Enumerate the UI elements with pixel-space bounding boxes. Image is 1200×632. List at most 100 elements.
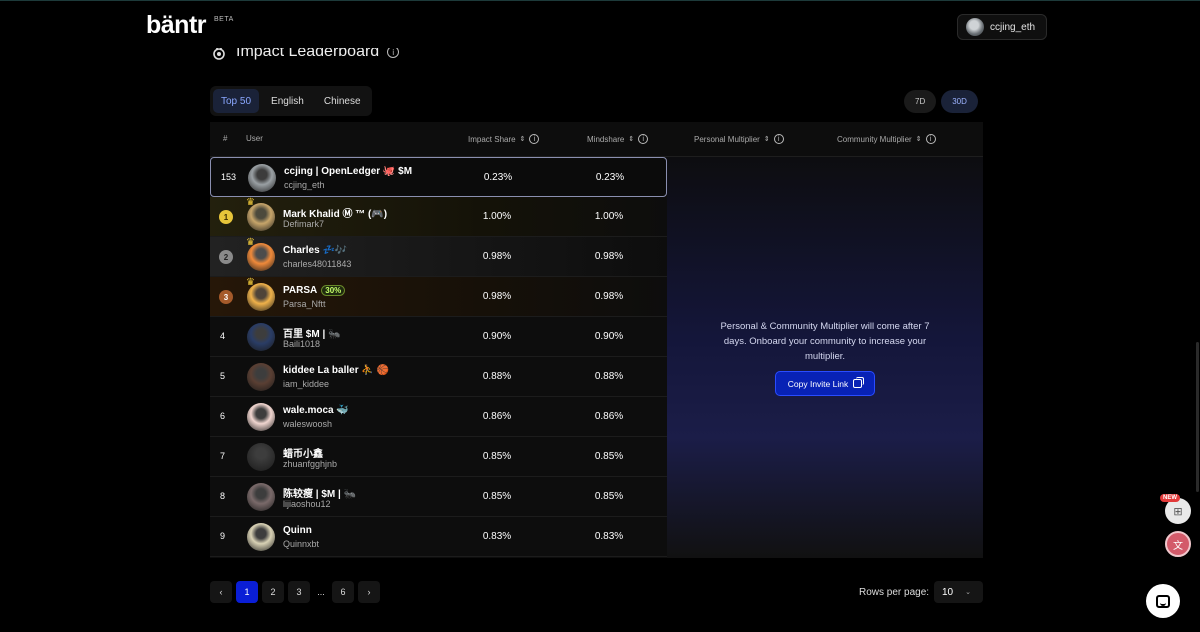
app-logo[interactable]: bäntr (146, 11, 207, 40)
user-name[interactable]: Charles 💤🎶 (283, 245, 347, 256)
sort-icon[interactable]: ⇕ (520, 135, 526, 143)
avatar[interactable] (247, 403, 275, 431)
tab-chinese[interactable]: Chinese (316, 89, 369, 113)
mindshare-value: 0.90% (594, 331, 624, 342)
chat-button[interactable] (1146, 584, 1180, 618)
crown-icon: ♛ (246, 277, 255, 288)
user-handle: lijiaoshou12 (283, 499, 331, 509)
rank-number: 8 (220, 491, 226, 501)
translate-icon[interactable]: 文 (1165, 531, 1191, 557)
impact-share-value: 1.00% (482, 211, 512, 222)
copy-invite-link-label: Copy Invite Link (787, 378, 849, 389)
table-row[interactable]: 5 kiddee La baller ⛹ 🏀 iam_kiddee 0.88% … (210, 357, 667, 397)
user-handle: charles48011843 (283, 259, 352, 269)
user-name-text: ccjing | OpenLedger 🐙 $M (284, 166, 413, 177)
sort-icon[interactable]: ⇕ (628, 135, 634, 143)
avatar[interactable] (247, 523, 275, 551)
table-row[interactable]: 3 PARSA 30% Parsa_Nftt 0.98% 0.98% ♛ (210, 277, 667, 317)
impact-share-value: 0.90% (482, 331, 512, 342)
period-toggle: 7D 30D (904, 90, 978, 113)
table-row[interactable]: 8 陈较瘦 | $M | 🐜 lijiaoshou12 0.85% 0.85% (210, 477, 667, 517)
sort-icon[interactable]: ⇕ (916, 135, 922, 143)
user-name[interactable]: 百里 $M | 🐜 (283, 325, 340, 340)
rank-number: 7 (220, 451, 226, 461)
chat-icon (1156, 594, 1170, 608)
impact-share-value: 0.23% (483, 172, 513, 183)
rank-number: 153 (221, 172, 237, 182)
column-impact-share-label: Impact Share (468, 134, 516, 144)
column-impact-share[interactable]: Impact Share ⇕ i (468, 134, 540, 144)
user-handle: waleswoosh (283, 419, 333, 429)
table-row[interactable]: 4 百里 $M | 🐜 Baili1018 0.90% 0.90% (210, 317, 667, 357)
user-handle: ccjing_eth (284, 180, 325, 190)
table-row[interactable]: 7 蜡币小鑫 zhuanfgghjnb 0.85% 0.85% (210, 437, 667, 477)
user-name[interactable]: PARSA 30% (283, 285, 346, 296)
table-row[interactable]: 2 Charles 💤🎶 charles48011843 0.98% 0.98%… (210, 237, 667, 277)
table-row[interactable]: 1 Mark Khalid Ⓜ ™ (🎮) Defimark7 1.00% 1.… (210, 197, 667, 237)
tab-top-50[interactable]: Top 50 (213, 89, 260, 113)
user-handle: Defimark7 (283, 219, 325, 229)
info-icon[interactable]: i (925, 134, 936, 144)
mindshare-value: 0.85% (594, 491, 624, 502)
info-icon[interactable]: i (773, 134, 784, 144)
user-name-text: Quinn (283, 525, 312, 536)
period-30d-button[interactable]: 30D (941, 90, 978, 113)
column-community-multiplier[interactable]: Community Multiplier ⇕ i (837, 134, 936, 144)
avatar[interactable] (247, 323, 275, 351)
user-handle: Baili1018 (283, 339, 321, 349)
rows-per-page-select[interactable]: 10 ⌄ (934, 581, 983, 603)
column-user-label: User (246, 134, 263, 143)
table-row[interactable]: 6 wale.moca 🐳 waleswoosh 0.86% 0.86% (210, 397, 667, 437)
sort-icon[interactable]: ⇕ (764, 135, 770, 143)
avatar[interactable] (247, 483, 275, 511)
avatar[interactable] (247, 363, 275, 391)
rank-number: 9 (220, 531, 226, 541)
crown-icon: ♛ (246, 237, 255, 248)
new-badge: NEW (1160, 494, 1180, 502)
user-name[interactable]: kiddee La baller ⛹ 🏀 (283, 365, 389, 376)
column-personal-multiplier[interactable]: Personal Multiplier ⇕ i (694, 134, 784, 144)
page-ellipsis: ... (317, 587, 325, 597)
copy-invite-link-button[interactable]: Copy Invite Link (775, 371, 875, 396)
tab-english[interactable]: English (263, 89, 312, 113)
column-mindshare[interactable]: Mindshare ⇕ i (587, 134, 649, 144)
column-rank: # (223, 134, 227, 143)
user-name[interactable]: 陈较瘦 | $M | 🐜 (283, 485, 356, 500)
user-name[interactable]: ccjing | OpenLedger 🐙 $M (284, 166, 412, 177)
period-7d-button[interactable]: 7D (904, 90, 937, 113)
page-3-button[interactable]: 3 (288, 581, 310, 603)
table-row[interactable]: 153 ccjing | OpenLedger 🐙 $M ccjing_eth … (210, 157, 667, 197)
prev-page-button[interactable]: ‹ (210, 581, 232, 603)
scrollbar[interactable] (1196, 342, 1199, 492)
rank-medal: 3 (219, 290, 233, 304)
multiplier-message: Personal & Community Multiplier will com… (720, 321, 930, 362)
pagination: ‹ 1 2 3 ... 6 › (210, 581, 380, 603)
impact-share-value: 0.86% (482, 411, 512, 422)
page-2-button[interactable]: 2 (262, 581, 284, 603)
impact-share-value: 0.85% (482, 451, 512, 462)
table-row[interactable]: 9 Quinn Quinnxbt 0.83% 0.83% (210, 517, 667, 557)
top-bar: bäntr BETA ccjing_eth (0, 0, 1200, 48)
page-1-button[interactable]: 1 (236, 581, 258, 603)
user-name[interactable]: Mark Khalid Ⓜ ™ (🎮) (283, 205, 387, 220)
impact-share-value: 0.88% (482, 371, 512, 382)
user-name[interactable]: 蜡币小鑫 (283, 445, 323, 460)
user-name[interactable]: wale.moca 🐳 (283, 405, 349, 416)
user-menu-button[interactable]: ccjing_eth (957, 14, 1047, 40)
impact-share-value: 0.85% (482, 491, 512, 502)
next-page-button[interactable]: › (358, 581, 380, 603)
impact-share-value: 0.98% (482, 291, 512, 302)
rank-number: 6 (220, 411, 226, 421)
beta-label: BETA (214, 16, 234, 23)
avatar[interactable] (248, 164, 276, 192)
column-personal-multiplier-label: Personal Multiplier (694, 134, 760, 144)
page-6-button[interactable]: 6 (332, 581, 354, 603)
avatar[interactable] (247, 443, 275, 471)
info-icon[interactable]: i (638, 134, 649, 144)
mindshare-value: 0.23% (595, 172, 625, 183)
user-name[interactable]: Quinn (283, 525, 312, 536)
info-icon[interactable]: i (529, 134, 540, 144)
rank-medal: 2 (219, 250, 233, 264)
user-handle: zhuanfgghjnb (283, 459, 338, 469)
user-name-text: wale.moca 🐳 (283, 405, 349, 416)
